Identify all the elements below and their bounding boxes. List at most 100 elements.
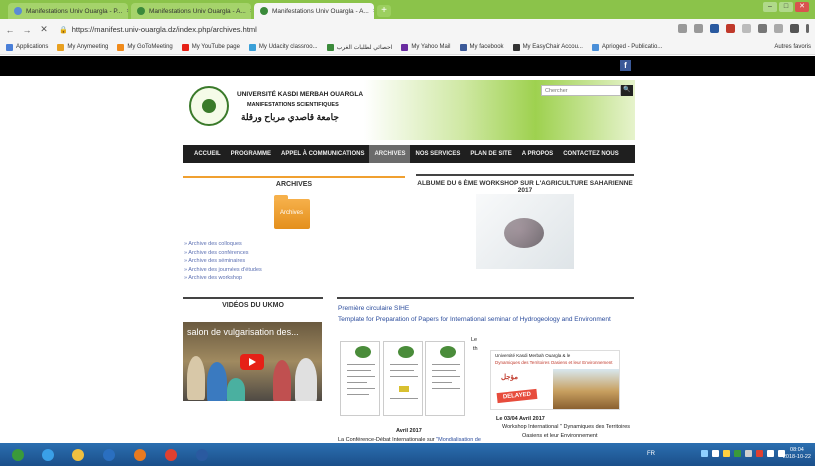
profile-icon[interactable] [790,24,799,33]
text-line [347,382,367,383]
taskbar-app-word[interactable] [190,445,214,464]
new-tab-button[interactable]: + [377,5,391,17]
bookmark-label: My Anymeeting [67,44,109,50]
minimize-button[interactable]: – [763,2,777,12]
tray-icon[interactable] [756,450,763,457]
taskbar-app-outlook[interactable] [97,445,121,464]
bookmark-favicon-icon [57,43,65,51]
nav-item-nos-services[interactable]: NOS SERVICES [410,145,465,163]
extension-icon[interactable] [758,24,767,33]
album-title: ALBUME DU 6 ÈME WORKSHOP SUR L'AGRICULTU… [417,180,633,194]
archive-link[interactable]: » Archive des journées d'études [184,266,262,275]
browser-tab-2[interactable]: Manifestations Univ Ouargla - A... × [131,3,251,19]
archive-link[interactable]: » Archive des workshop [184,274,262,283]
tray-icon[interactable] [734,450,741,457]
tab-close-icon[interactable]: × [369,8,374,15]
videos-title: VIDÉOS DU UKMO [222,302,284,309]
tray-icon[interactable] [701,450,708,457]
extension-icon[interactable] [710,24,719,33]
taskbar-app-ie[interactable] [36,445,60,464]
search-button[interactable]: 🔍 [621,85,633,96]
poster-heading: Université Kasdi Merbah Ouargla & le [495,353,571,358]
bookmark-item[interactable]: My facebook [459,43,504,51]
tab-title: Manifestations Univ Ouargla - P... [26,7,123,15]
zoom-icon[interactable] [678,24,687,33]
media-icon [134,448,146,461]
bookmark-item[interactable]: My EasyChair Accou... [512,43,583,51]
forward-button[interactable]: → [20,25,34,35]
album-photo[interactable] [476,194,574,269]
document-thumbnail[interactable] [383,341,423,416]
nav-item-archives[interactable]: ARCHIVES [369,145,411,163]
nav-item-accueil[interactable]: ACCUEIL [189,145,226,163]
browser-titlebar: Manifestations Univ Ouargla - P... × Man… [0,0,815,19]
document-thumbnail[interactable] [425,341,465,416]
video-person [295,358,317,401]
lock-icon: 🔒 [59,26,68,34]
video-player[interactable]: salon de vulgarisation des... [183,322,322,401]
tray-icon[interactable] [745,450,752,457]
tab-close-icon[interactable]: × [246,8,251,15]
bookmark-favicon-icon [459,43,467,51]
bookmark-item[interactable]: My GoToMeeting [117,43,173,51]
tab-close-icon[interactable]: × [122,8,128,15]
university-logo[interactable] [189,86,229,126]
menu-icon[interactable] [806,24,809,33]
bookmark-item[interactable]: Aprioged - Publicatio... [591,43,662,51]
bookmark-favicon-icon [512,43,520,51]
address-bar[interactable]: 🔒 https://manifest.univ-ouargla.dz/index… [59,25,257,34]
bookmark-item[interactable]: My YouTube page [181,43,240,51]
other-bookmarks[interactable]: Autres favoris [774,44,811,50]
postponed-label-arabic: مؤجل [501,374,518,381]
reload-button[interactable]: ✕ [37,24,51,35]
delayed-stamp: DELAYED [496,388,538,404]
archives-divider [183,176,405,178]
workshop-poster[interactable]: Université Kasdi Merbah Ouargla & le Dyn… [490,350,620,410]
video-person [207,362,227,401]
bookmark-item[interactable]: My Udacity classroo... [248,43,318,51]
template-link[interactable]: Template for Preparation of Papers for I… [338,316,611,323]
archives-folder-icon[interactable]: Archives [274,195,310,229]
maximize-button[interactable]: □ [779,2,793,12]
clock-time: 08:04 [790,447,804,453]
clock[interactable]: 08:04 2018-10-22 [783,447,811,461]
archive-link[interactable]: » Archive des conférences [184,249,262,258]
bookmark-item[interactable]: My Yahoo Mail [401,43,451,51]
taskbar-app-chrome[interactable] [159,445,183,464]
language-indicator[interactable]: FR [647,451,655,457]
taskbar-app-explorer[interactable] [66,445,90,464]
back-button[interactable]: ← [3,25,17,35]
text-line [347,370,371,371]
bookmark-item[interactable]: Applications [6,43,48,51]
window-controls: – □ ✕ [763,2,809,12]
taskbar-app-media[interactable] [128,445,152,464]
star-icon[interactable] [694,24,703,33]
nav-item-contactez-nous[interactable]: CONTACTEZ NOUS [558,145,624,163]
nav-item-plan-de-site[interactable]: PLAN DE SITE [465,145,516,163]
text-line [347,364,375,365]
desert-photo [553,369,619,409]
close-window-button[interactable]: ✕ [795,2,809,12]
nav-item-appel-communications[interactable]: APPEL À COMMUNICATIONS [276,145,369,163]
extension-icon[interactable] [774,24,783,33]
circular-link[interactable]: Première circulaire SIHE [338,305,409,312]
archive-link[interactable]: » Archive des colloques [184,240,262,249]
search-input[interactable] [541,85,621,96]
chrome-icon [165,448,177,461]
network-icon[interactable] [767,450,774,457]
document-thumbnail[interactable] [340,341,380,416]
extension-icon[interactable] [726,24,735,33]
tray-icon[interactable] [712,450,719,457]
archive-link[interactable]: » Archive des séminaires [184,257,262,266]
play-icon[interactable] [240,354,264,370]
browser-tab-1[interactable]: Manifestations Univ Ouargla - P... × [8,3,128,19]
bookmark-item[interactable]: My Anymeeting [57,43,109,51]
browser-tab-3-active[interactable]: Manifestations Univ Ouargla - A... × [254,3,374,19]
nav-item-programme[interactable]: PROGRAMME [226,145,276,163]
facebook-icon[interactable]: f [620,60,631,71]
taskbar-app-start[interactable] [6,445,30,464]
tray-icon[interactable] [723,450,730,457]
nav-item-a-propos[interactable]: A PROPOS [517,145,558,163]
extension-icon[interactable] [742,24,751,33]
bookmark-item[interactable]: احصائي لطلبات الغرب [326,43,392,51]
